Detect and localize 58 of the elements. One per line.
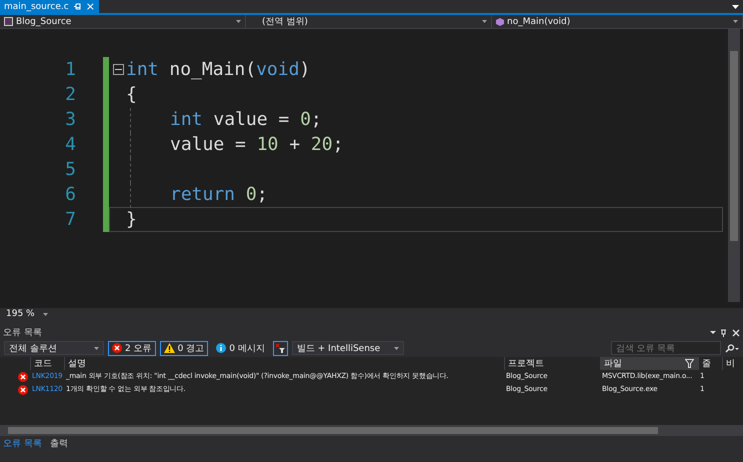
column-header[interactable]: 설명 (64, 357, 504, 370)
zoom-dropdown[interactable]: 195 % (2, 307, 52, 321)
dropdown-icon (236, 20, 241, 23)
filter-icon[interactable] (685, 359, 694, 368)
dropdown-icon (733, 20, 738, 23)
info-icon (216, 343, 226, 353)
horizontal-scrollbar[interactable] (0, 425, 743, 436)
scope-dropdown[interactable]: (전역 범위) (246, 15, 492, 28)
column-header[interactable]: 줄 (698, 357, 722, 370)
scope-dropdown[interactable]: 전체 솔루션 (4, 341, 104, 355)
scroll-thumb[interactable] (730, 51, 738, 241)
dropdown-icon (43, 312, 48, 316)
code-line: return 0; (169, 184, 268, 205)
search-icon[interactable] (725, 344, 739, 352)
filter-toggle[interactable]: 2 오류 (108, 340, 156, 356)
panel-title: 오류 목록 (3, 327, 42, 339)
code-line: value = 10 + 20; (169, 134, 344, 155)
line-number: 5 (64, 158, 77, 182)
dropdown-icon (94, 346, 99, 350)
scroll-thumb[interactable] (8, 427, 658, 434)
column-header[interactable]: 코드 (30, 357, 64, 370)
collapse-icon[interactable] (112, 64, 124, 75)
panel-tab[interactable]: 출력 (50, 437, 68, 450)
pin-icon[interactable] (74, 3, 81, 10)
error-icon (18, 384, 28, 394)
line-number: 4 (64, 133, 77, 157)
tab-title: main_source.c (4, 2, 69, 12)
filter-toggle[interactable]: 0 경고 (160, 340, 208, 356)
panel-tab[interactable]: 오류 목록 (3, 437, 42, 450)
column-header[interactable]: 파일 (600, 357, 698, 370)
dropdown-icon[interactable] (732, 4, 739, 8)
panel-controls-icon[interactable] (710, 328, 740, 336)
close-button[interactable]: × (86, 1, 95, 12)
vertical-scrollbar[interactable] (728, 29, 740, 302)
line-number: 6 (64, 183, 77, 207)
line-number: 7 (64, 208, 77, 232)
cube-icon (496, 18, 504, 26)
error-icon (18, 372, 28, 382)
member-dropdown[interactable]: no_Main(void) (492, 15, 743, 28)
build-filter-button[interactable] (272, 340, 288, 356)
filter-icon (276, 344, 285, 352)
line-number: 2 (64, 83, 77, 107)
line-number: 1 (64, 58, 77, 82)
dropdown-icon (482, 20, 487, 23)
filter-toggle[interactable]: 0 메시지 (212, 340, 269, 356)
column-header[interactable]: 비 (722, 357, 743, 370)
error-icon (112, 343, 122, 353)
dropdown-icon (394, 346, 399, 350)
project-dropdown[interactable]: Blog_Source (0, 15, 246, 28)
code-line: { (126, 84, 137, 105)
code-line: } (126, 209, 137, 230)
code-line: int no_Main(void) (126, 59, 310, 80)
source-dropdown[interactable]: 빌드 + IntelliSense (292, 341, 404, 355)
search-field[interactable]: 검색 오류 목록 (611, 341, 721, 355)
code-line: int value = 0; (169, 109, 322, 130)
document-tab[interactable]: main_source.c × (0, 0, 99, 13)
warning-icon (164, 343, 175, 353)
line-number: 3 (64, 108, 77, 132)
